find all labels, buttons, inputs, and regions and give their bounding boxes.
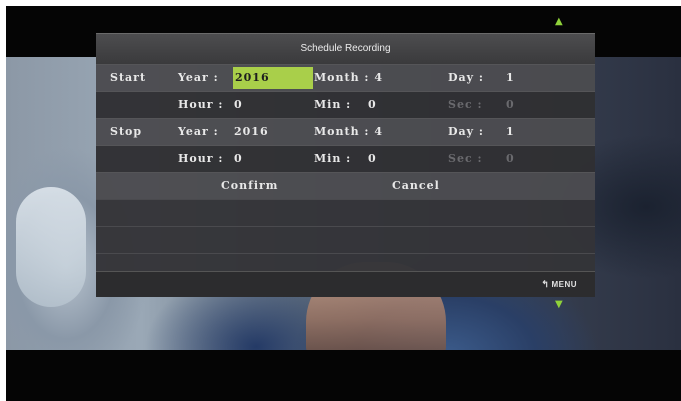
tv-screen: ▲ ▼ Schedule Recording Start Year : 2016…: [6, 6, 681, 401]
stop-year-field[interactable]: 2016: [234, 119, 269, 145]
scroll-down-arrow-icon[interactable]: ▼: [555, 300, 563, 310]
stop-hour-label: Hour :: [178, 152, 224, 165]
scroll-up-arrow-icon[interactable]: ▲: [555, 17, 563, 27]
stop-day-label: Day :: [448, 125, 484, 138]
stop-sec-field: 0: [506, 152, 515, 165]
start-section-label: Start: [110, 71, 147, 84]
start-year-field[interactable]: 2016: [233, 67, 313, 89]
dialog-title: Schedule Recording: [96, 34, 595, 64]
start-month-value: 4: [374, 71, 383, 84]
empty-row: [96, 226, 595, 253]
airplane-window: [16, 187, 86, 307]
start-hour-label: Hour :: [178, 98, 224, 111]
menu-label: MENU: [551, 280, 577, 289]
stop-date-row: Stop Year : 2016 Month : 4 Day : 1: [96, 118, 595, 145]
start-day-field[interactable]: 1: [506, 65, 515, 91]
dialog-footer: ↰ MENU: [96, 271, 595, 297]
start-time-row: Hour : 0 Min : 0 Sec : 0: [96, 91, 595, 118]
start-min-field[interactable]: 0: [368, 92, 377, 118]
start-hour-field[interactable]: 0: [234, 92, 243, 118]
stop-time-row: Hour : 0 Min : 0 Sec : 0: [96, 145, 595, 172]
return-arrow-icon: ↰: [541, 279, 550, 289]
stop-month-value: 4: [374, 125, 383, 138]
stop-day-field[interactable]: 1: [506, 119, 515, 145]
start-month-label: Month :: [314, 71, 370, 84]
stop-year-label: Year :: [178, 125, 219, 138]
stop-section-label: Stop: [110, 125, 143, 138]
start-min-label: Min :: [314, 98, 352, 111]
stop-min-label: Min :: [314, 152, 352, 165]
stop-month-field[interactable]: Month : 4: [314, 119, 383, 145]
schedule-recording-dialog: Schedule Recording Start Year : 2016 Mon…: [96, 33, 595, 297]
start-date-row: Start Year : 2016 Month : 4 Day : 1: [96, 64, 595, 91]
stop-month-label: Month :: [314, 125, 370, 138]
start-month-field[interactable]: Month : 4: [314, 65, 383, 91]
stop-hour-field[interactable]: 0: [234, 146, 243, 172]
menu-button[interactable]: ↰ MENU: [541, 272, 577, 297]
confirm-button[interactable]: Confirm: [221, 173, 278, 199]
stop-min-field[interactable]: 0: [368, 146, 377, 172]
stop-sec-label: Sec :: [448, 152, 483, 165]
actions-row: Confirm Cancel: [96, 172, 595, 199]
start-day-label: Day :: [448, 71, 484, 84]
empty-row: [96, 199, 595, 226]
start-year-label: Year :: [178, 71, 219, 84]
start-sec-field: 0: [506, 98, 515, 111]
start-sec-label: Sec :: [448, 98, 483, 111]
cancel-button[interactable]: Cancel: [392, 173, 440, 199]
